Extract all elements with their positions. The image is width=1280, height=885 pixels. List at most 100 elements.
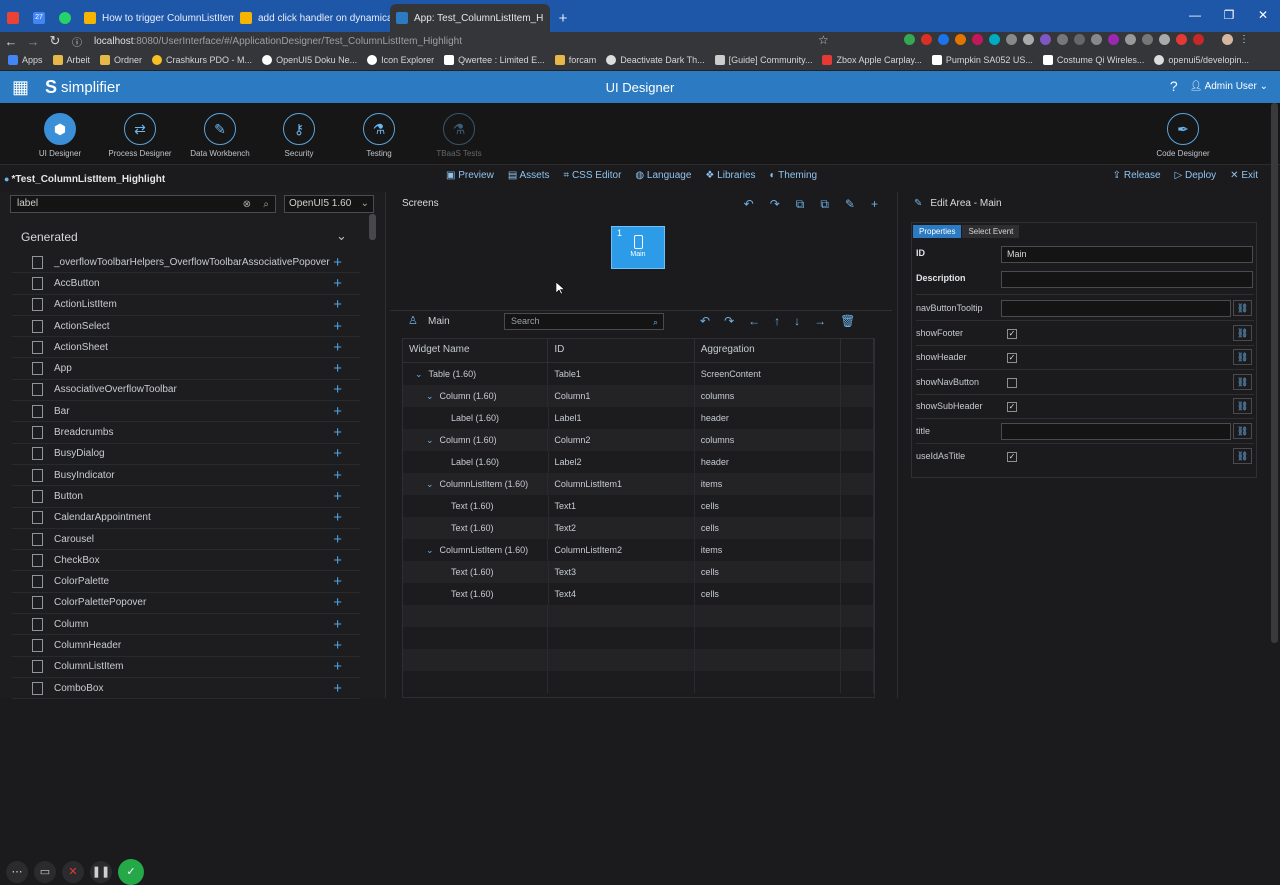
menu-preview[interactable]: ▣ Preview xyxy=(446,170,494,181)
confirm-icon[interactable]: ✓ xyxy=(118,859,144,885)
description-field[interactable] xyxy=(1001,271,1253,288)
table-row[interactable]: Label (1.60) Label2 header xyxy=(403,451,874,473)
screen-tile-main[interactable]: 1 Main xyxy=(611,226,665,269)
add-widget-icon[interactable]: + xyxy=(333,360,342,377)
extension-icon[interactable] xyxy=(1193,34,1204,45)
add-widget-icon[interactable]: + xyxy=(333,424,342,441)
property-checkbox[interactable]: ✓ xyxy=(1007,451,1017,462)
extension-icon[interactable] xyxy=(1142,34,1153,45)
chevron-down-icon[interactable]: ⌄ xyxy=(415,369,423,379)
duplicate-icon[interactable]: ⧉ xyxy=(820,197,829,212)
bookmark-item[interactable]: Deactivate Dark Th... xyxy=(606,55,705,65)
menu-css-editor[interactable]: ⌗ CSS Editor xyxy=(564,170,622,181)
widget-list-item[interactable]: BusyIndicator + xyxy=(12,465,360,487)
browser-tab-3[interactable]: App: Test_ColumnListItem_H✕ xyxy=(390,4,550,32)
widget-search-input[interactable]: label ⊗ ⌕ xyxy=(10,195,276,213)
menu-assets[interactable]: ▤ Assets xyxy=(508,170,550,181)
add-widget-icon[interactable]: + xyxy=(333,467,342,484)
add-widget-icon[interactable]: + xyxy=(333,658,342,675)
widget-list-item[interactable]: ActionSelect + xyxy=(12,316,360,338)
add-widget-icon[interactable]: + xyxy=(333,296,342,313)
arrow-right-icon[interactable]: → xyxy=(814,314,826,328)
link-binding-icon[interactable]: ⛓ xyxy=(1233,324,1252,341)
link-binding-icon[interactable]: ⛓ xyxy=(1233,423,1252,439)
profile-avatar[interactable] xyxy=(1222,34,1233,45)
edit-icon[interactable]: ✎ xyxy=(845,197,855,212)
add-widget-icon[interactable]: + xyxy=(333,552,342,569)
close-tab-icon[interactable]: ✕ xyxy=(543,12,550,25)
restore-icon[interactable]: ❐ xyxy=(1212,0,1246,32)
bookmark-item[interactable]: Ordner xyxy=(100,55,142,65)
forward-icon[interactable]: → xyxy=(22,34,44,49)
extension-icon[interactable] xyxy=(1006,34,1017,45)
undo-icon[interactable]: ↶ xyxy=(700,314,710,328)
tab-select-event[interactable]: Select Event xyxy=(962,225,1020,238)
widget-list-item[interactable]: ColumnListItem + xyxy=(12,657,360,678)
bookmark-item[interactable]: OpenUI5 Doku Ne... xyxy=(262,55,357,65)
add-widget-icon[interactable]: + xyxy=(333,531,342,548)
extension-icon[interactable] xyxy=(1125,34,1136,45)
bookmark-item[interactable]: Icon Explorer xyxy=(367,55,434,65)
property-checkbox[interactable] xyxy=(1007,377,1017,388)
widget-list-item[interactable]: CalendarAppointment + xyxy=(12,508,360,529)
menu-libraries[interactable]: ❖ Libraries xyxy=(705,170,755,181)
widget-list-item[interactable]: Breadcrumbs + xyxy=(12,422,360,444)
module-process-designer[interactable]: ⇄ Process Designer xyxy=(100,113,180,158)
pinned-tab-calendar[interactable]: 27 xyxy=(26,4,52,32)
widget-list-item[interactable]: BusyDialog + xyxy=(12,444,360,465)
clear-search-icon[interactable]: ⊗ xyxy=(243,197,251,213)
property-input[interactable] xyxy=(1001,423,1231,440)
property-input[interactable] xyxy=(1001,300,1231,317)
chevron-down-icon[interactable]: ⌄ xyxy=(336,228,347,244)
table-row[interactable]: Text (1.60) Text3 cells xyxy=(403,561,874,583)
table-row[interactable]: Text (1.60) Text4 cells xyxy=(403,583,874,605)
url-field[interactable]: localhost:8080/UserInterface/#/Applicati… xyxy=(94,36,462,47)
bookmark-item[interactable]: Zbox Apple Carplay... xyxy=(822,55,922,65)
camera-icon[interactable]: ▭ xyxy=(34,861,56,883)
reload-icon[interactable]: ↻ xyxy=(44,33,66,49)
extension-icon[interactable] xyxy=(1159,34,1170,45)
browser-tab-2[interactable]: add click handler on dynamically✕ xyxy=(234,4,390,32)
add-widget-icon[interactable]: + xyxy=(333,637,342,654)
extension-icon[interactable] xyxy=(1074,34,1085,45)
browser-menu-icon[interactable]: ⋮ xyxy=(1239,34,1250,45)
undo-icon[interactable]: ↶ xyxy=(744,197,754,212)
chevron-down-icon[interactable]: ⌄ xyxy=(426,545,434,555)
extension-icon[interactable] xyxy=(1040,34,1051,45)
extension-icon[interactable] xyxy=(938,34,949,45)
add-widget-icon[interactable]: + xyxy=(333,680,342,697)
new-tab-button[interactable]: + xyxy=(550,4,576,32)
link-binding-icon[interactable]: ⛓ xyxy=(1233,447,1252,464)
back-icon[interactable]: ← xyxy=(0,34,22,49)
bookmark-item[interactable]: Crashkurs PDO - M... xyxy=(152,55,252,65)
link-binding-icon[interactable]: ⛓ xyxy=(1233,373,1252,390)
module-data-workbench[interactable]: ✎ Data Workbench xyxy=(180,113,260,158)
column-header-id[interactable]: ID xyxy=(548,339,695,362)
link-binding-icon[interactable]: ⛓ xyxy=(1233,349,1252,366)
deploy-button[interactable]: ▷ Deploy xyxy=(1175,170,1217,181)
arrow-up-icon[interactable]: ↑ xyxy=(774,314,780,328)
release-button[interactable]: ⇪ Release xyxy=(1113,170,1161,181)
copy-icon[interactable]: ⧉ xyxy=(796,197,805,212)
property-checkbox[interactable]: ✓ xyxy=(1007,402,1017,413)
chevron-down-icon[interactable]: ⌄ xyxy=(426,479,434,489)
extension-icon[interactable] xyxy=(972,34,983,45)
page-scrollbar[interactable] xyxy=(1271,103,1278,643)
table-row[interactable]: Text (1.60) Text1 cells xyxy=(403,495,874,517)
widget-list-item[interactable]: Button + xyxy=(12,486,360,508)
widget-list-item[interactable]: ColumnHeader + xyxy=(12,635,360,657)
bookmark-item[interactable]: Pumpkin SA052 US... xyxy=(931,55,1033,65)
add-widget-icon[interactable]: + xyxy=(333,275,342,292)
app-menu-grid-icon[interactable]: ▦ xyxy=(12,77,29,98)
add-widget-icon[interactable]: + xyxy=(333,573,342,590)
extension-icon[interactable] xyxy=(1091,34,1102,45)
widget-list-item[interactable]: ComboBox + xyxy=(12,678,360,700)
close-window-icon[interactable]: ✕ xyxy=(1246,0,1280,32)
widget-list-item[interactable]: AccButton + xyxy=(12,273,360,295)
bookmark-item[interactable]: Costume Qi Wireles... xyxy=(1042,55,1144,65)
table-row[interactable]: Text (1.60) Text2 cells xyxy=(403,517,874,539)
widget-list-item[interactable]: CheckBox + xyxy=(12,550,360,572)
extension-icon[interactable] xyxy=(921,34,932,45)
widget-list-item[interactable]: _overflowToolbarHelpers_OverflowToolbarA… xyxy=(12,252,360,274)
bookmark-item[interactable]: [Guide] Community... xyxy=(714,55,812,65)
